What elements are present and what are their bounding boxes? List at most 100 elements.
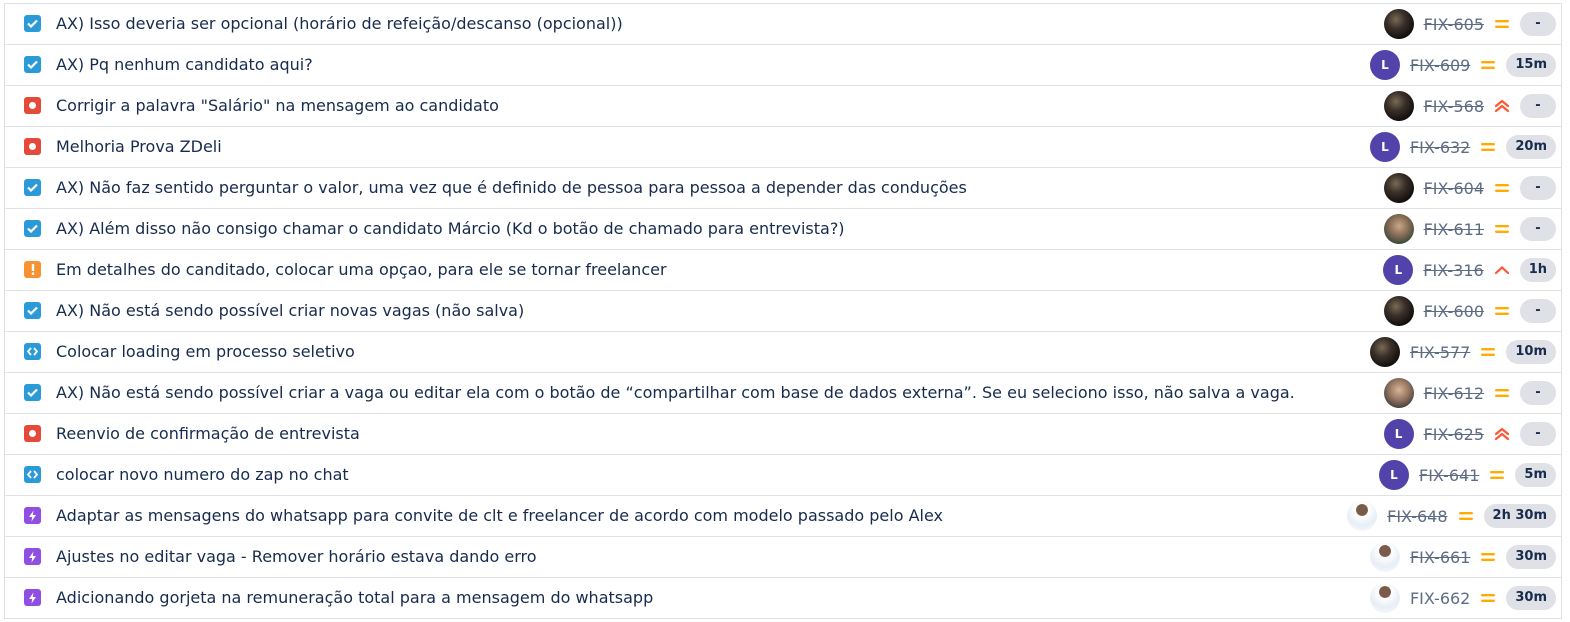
issue-list: AX) Isso deveria ser opcional (horário d… — [4, 3, 1562, 619]
priority-high-icon — [1494, 262, 1510, 278]
issue-key[interactable]: FIX-609 — [1410, 56, 1470, 75]
estimate-badge: 15m — [1506, 53, 1556, 77]
priority-highest-icon — [1494, 426, 1510, 442]
priority-medium-icon — [1494, 303, 1510, 319]
issue-summary[interactable]: colocar novo numero do zap no chat — [56, 455, 349, 495]
issue-summary[interactable]: AX) Pq nenhum candidato aqui? — [56, 45, 313, 85]
subtask-icon — [24, 589, 41, 606]
issue-key[interactable]: FIX-612 — [1424, 384, 1484, 403]
estimate-badge: - — [1520, 12, 1556, 36]
priority-medium-icon — [1494, 385, 1510, 401]
issue-row[interactable]: Reenvio de confirmação de entrevista L F… — [5, 414, 1561, 455]
issue-key[interactable]: FIX-611 — [1424, 220, 1484, 239]
issue-summary[interactable]: Reenvio de confirmação de entrevista — [56, 414, 360, 454]
issue-row[interactable]: Corrigir a palavra "Salário" na mensagem… — [5, 86, 1561, 127]
assignee-avatar[interactable]: L — [1369, 50, 1400, 80]
issue-summary[interactable]: Corrigir a palavra "Salário" na mensagem… — [56, 86, 499, 126]
estimate-badge: - — [1520, 94, 1556, 118]
issue-summary[interactable]: AX) Não está sendo possível criar novas … — [56, 291, 524, 331]
issue-key[interactable]: FIX-604 — [1424, 179, 1484, 198]
issue-key[interactable]: FIX-577 — [1410, 343, 1470, 362]
priority-medium-icon — [1489, 467, 1505, 483]
issue-summary[interactable]: AX) Não está sendo possível criar a vaga… — [56, 373, 1295, 413]
issue-row[interactable]: AX) Não está sendo possível criar a vaga… — [5, 373, 1561, 414]
assignee-avatar[interactable] — [1383, 91, 1414, 121]
issue-row[interactable]: AX) Isso deveria ser opcional (horário d… — [5, 3, 1561, 45]
assignee-avatar[interactable] — [1369, 583, 1400, 613]
priority-medium-icon — [1494, 16, 1510, 32]
estimate-badge: - — [1520, 299, 1556, 323]
issue-key[interactable]: FIX-648 — [1387, 507, 1447, 526]
assignee-avatar[interactable] — [1347, 501, 1378, 531]
assignee-avatar[interactable] — [1383, 214, 1414, 244]
assignee-avatar[interactable]: L — [1379, 460, 1409, 490]
issue-row[interactable]: AX) Não está sendo possível criar novas … — [5, 291, 1561, 332]
priority-highest-icon — [1494, 98, 1510, 114]
issue-row[interactable]: Adicionando gorjeta na remuneração total… — [5, 578, 1561, 619]
issue-row[interactable]: colocar novo numero do zap no chat L FIX… — [5, 455, 1561, 496]
priority-medium-icon — [1480, 549, 1496, 565]
issue-key[interactable]: FIX-316 — [1423, 261, 1483, 280]
issue-row[interactable]: Colocar loading em processo seletivo FIX… — [5, 332, 1561, 373]
issue-key[interactable]: FIX-605 — [1424, 15, 1484, 34]
code-icon — [24, 343, 41, 360]
issue-summary[interactable]: Adicionando gorjeta na remuneração total… — [56, 578, 653, 618]
assignee-avatar[interactable]: L — [1383, 419, 1414, 449]
issue-row[interactable]: Melhoria Prova ZDeli L FIX-632 20m — [5, 127, 1561, 168]
issue-row[interactable]: AX) Além disso não consigo chamar o cand… — [5, 209, 1561, 250]
bug-icon — [24, 138, 41, 155]
bug-icon — [24, 425, 41, 442]
issue-row[interactable]: Em detalhes do canditado, colocar uma op… — [5, 250, 1561, 291]
issue-key[interactable]: FIX-641 — [1419, 466, 1479, 485]
priority-medium-icon — [1458, 508, 1474, 524]
issue-row[interactable]: Ajustes no editar vaga - Remover horário… — [5, 537, 1561, 578]
issue-row[interactable]: AX) Pq nenhum candidato aqui? L FIX-609 … — [5, 45, 1561, 86]
issue-summary[interactable]: Melhoria Prova ZDeli — [56, 127, 222, 167]
subtask-icon — [24, 507, 41, 524]
issue-summary[interactable]: AX) Isso deveria ser opcional (horário d… — [56, 4, 623, 44]
assignee-avatar[interactable] — [1369, 337, 1400, 367]
estimate-badge: 5m — [1515, 463, 1556, 487]
priority-medium-icon — [1480, 57, 1496, 73]
issue-key[interactable]: FIX-568 — [1424, 97, 1484, 116]
estimate-badge: 30m — [1506, 586, 1556, 610]
bug-icon — [24, 97, 41, 114]
issue-summary[interactable]: AX) Não faz sentido perguntar o valor, u… — [56, 168, 967, 208]
issue-summary[interactable]: AX) Além disso não consigo chamar o cand… — [56, 209, 845, 249]
assignee-avatar[interactable] — [1383, 173, 1414, 203]
issue-key[interactable]: FIX-632 — [1410, 138, 1470, 157]
code-icon — [24, 466, 41, 483]
issue-key[interactable]: FIX-661 — [1410, 548, 1470, 567]
assignee-avatar[interactable]: L — [1369, 132, 1400, 162]
estimate-badge: 10m — [1506, 340, 1556, 364]
estimate-badge: - — [1520, 381, 1556, 405]
improvement-icon — [24, 261, 41, 278]
task-icon — [24, 384, 41, 401]
assignee-avatar[interactable] — [1383, 296, 1414, 326]
priority-medium-icon — [1480, 590, 1496, 606]
estimate-badge: 30m — [1506, 545, 1556, 569]
subtask-icon — [24, 548, 41, 565]
issue-key[interactable]: FIX-625 — [1424, 425, 1484, 444]
estimate-badge: 1h — [1519, 258, 1556, 282]
estimate-badge: - — [1520, 217, 1556, 241]
assignee-avatar[interactable] — [1383, 9, 1414, 39]
task-icon — [24, 179, 41, 196]
issue-summary[interactable]: Colocar loading em processo seletivo — [56, 332, 355, 372]
issue-summary[interactable]: Adaptar as mensagens do whatsapp para co… — [56, 496, 943, 536]
issue-key[interactable]: FIX-600 — [1424, 302, 1484, 321]
task-icon — [24, 15, 41, 32]
assignee-avatar[interactable] — [1383, 378, 1414, 408]
priority-medium-icon — [1480, 344, 1496, 360]
estimate-badge: 2h 30m — [1483, 504, 1556, 528]
issue-row[interactable]: AX) Não faz sentido perguntar o valor, u… — [5, 168, 1561, 209]
issue-row[interactable]: Adaptar as mensagens do whatsapp para co… — [5, 496, 1561, 537]
assignee-avatar[interactable]: L — [1383, 255, 1414, 285]
estimate-badge: 20m — [1506, 135, 1556, 159]
estimate-badge: - — [1520, 176, 1556, 200]
assignee-avatar[interactable] — [1369, 542, 1400, 572]
issue-summary[interactable]: Em detalhes do canditado, colocar uma op… — [56, 250, 667, 290]
task-icon — [24, 220, 41, 237]
issue-summary[interactable]: Ajustes no editar vaga - Remover horário… — [56, 537, 537, 577]
issue-key[interactable]: FIX-662 — [1410, 589, 1470, 608]
